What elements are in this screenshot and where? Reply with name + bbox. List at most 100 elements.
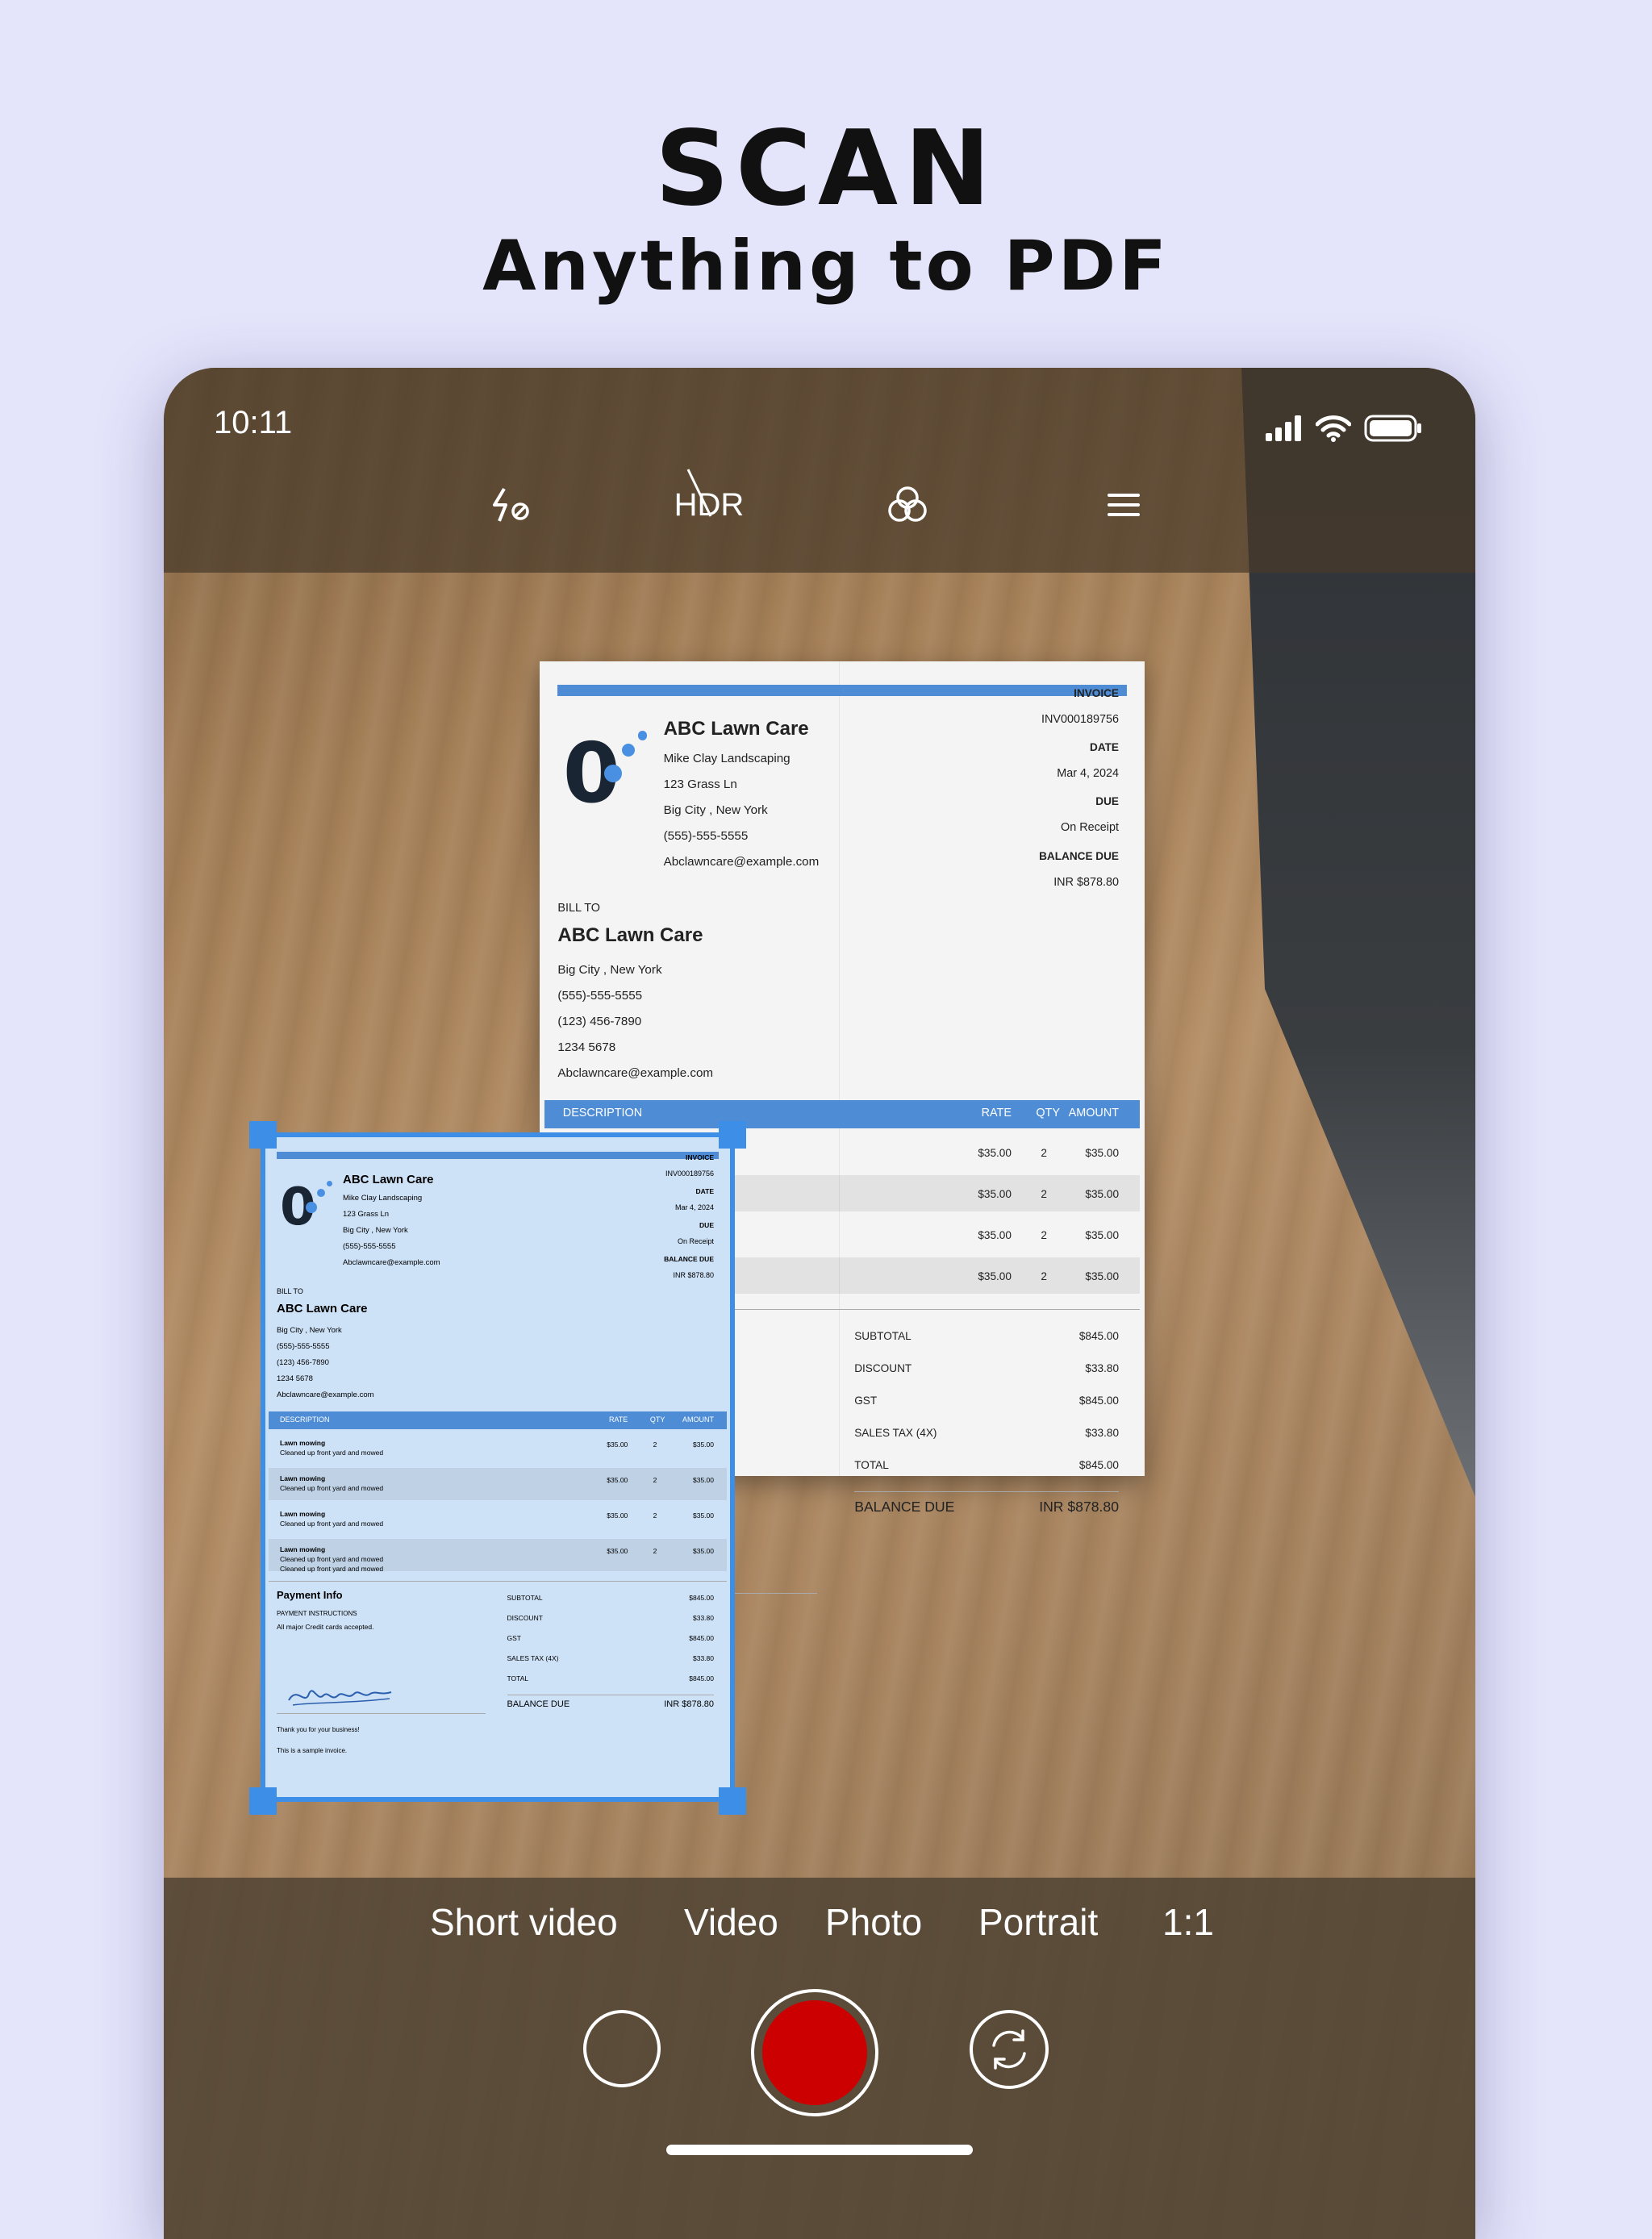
headline-title: SCAN [654, 109, 998, 229]
mode-portrait[interactable]: Portrait [978, 1900, 1098, 1944]
item-detail: Cleaned up front yard and mowed [280, 1484, 384, 1492]
item-qty: 2 [1041, 1270, 1047, 1283]
logo-dot [306, 1202, 317, 1213]
crop-handle-bottom-right[interactable] [719, 1787, 746, 1815]
item-amount: $35.00 [693, 1547, 714, 1555]
total-label: SUBTOTAL [507, 1594, 543, 1602]
total-value: $845.00 [1078, 1394, 1119, 1407]
item-detail: Cleaned up front yard and mowed [280, 1520, 384, 1528]
invoice-meta-value: INR $878.80 [673, 1271, 714, 1279]
signature-line [277, 1713, 486, 1714]
item-detail: Cleaned up front yard and mowed [280, 1449, 384, 1457]
invoice-meta-value: INV000189756 [665, 1170, 714, 1178]
item-amount: $35.00 [693, 1441, 714, 1449]
item-amount: $35.00 [693, 1476, 714, 1484]
payment-instructions: All major Credit cards accepted. [277, 1623, 374, 1631]
bill-to-line: Abclawncare@example.com [277, 1391, 374, 1399]
invoice-meta-label: BALANCE DUE [1039, 849, 1119, 862]
item-qty: 2 [653, 1441, 657, 1449]
flash-off-icon[interactable] [478, 473, 543, 537]
total-value: $845.00 [1078, 1329, 1119, 1342]
status-time: 10:11 [214, 405, 293, 440]
balance-due-value: INR $878.80 [1039, 1499, 1119, 1516]
total-value: $33.80 [1085, 1426, 1119, 1439]
column-header: RATE [981, 1107, 1012, 1120]
company-name: ABC Lawn Care [343, 1173, 434, 1186]
item-name: Lawn mowing [280, 1510, 326, 1518]
tablet-camera-screen: 0 ABC Lawn Care Mike Clay Landscaping 123 G… [164, 368, 1475, 2239]
item-rate: $35.00 [978, 1229, 1012, 1241]
scan-crop-frame[interactable]: 0 ABC Lawn Care Mike Clay Landscaping 123 G… [261, 1132, 735, 1802]
item-qty: 2 [653, 1476, 657, 1484]
company-line: Abclawncare@example.com [343, 1258, 440, 1267]
crop-handle-top-left[interactable] [249, 1121, 277, 1149]
total-label: GST [854, 1394, 878, 1407]
logo-dot [637, 731, 647, 740]
camera-top-bar [164, 368, 1475, 573]
footer-line: This is a sample invoice. [277, 1747, 348, 1754]
company-name: ABC Lawn Care [663, 718, 809, 740]
item-qty: 2 [1041, 1146, 1047, 1159]
logo-dot [622, 744, 636, 757]
company-line: Big City , New York [343, 1226, 408, 1235]
record-icon [762, 2000, 867, 2105]
bill-to-line: (123) 456-7890 [557, 1015, 642, 1029]
item-rate: $35.00 [978, 1187, 1012, 1200]
column-header: AMOUNT [682, 1416, 714, 1424]
total-value: $845.00 [689, 1594, 714, 1602]
crop-handle-bottom-left[interactable] [249, 1787, 277, 1815]
item-rate: $35.00 [607, 1476, 628, 1484]
column-header: DESCRIPTION [280, 1416, 330, 1424]
company-line: Mike Clay Landscaping [663, 752, 791, 765]
item-amount: $35.00 [693, 1511, 714, 1520]
total-label: SUBTOTAL [854, 1329, 912, 1342]
column-header: RATE [608, 1416, 628, 1424]
mode-square[interactable]: 1:1 [1162, 1900, 1214, 1944]
logo-dot [327, 1181, 332, 1186]
crop-handle-top-right[interactable] [719, 1121, 746, 1149]
item-amount: $35.00 [1085, 1187, 1119, 1200]
bill-to-line: (555)-555-5555 [557, 989, 643, 1003]
item-rate: $35.00 [607, 1547, 628, 1555]
invoice-meta-label: DATE [695, 1187, 714, 1195]
invoice-meta-value: On Receipt [677, 1237, 714, 1245]
item-detail: Cleaned up front yard and mowed [280, 1565, 384, 1573]
headline-subtitle: Anything to PDF [482, 226, 1170, 306]
hdr-off-icon[interactable]: HDR [669, 469, 749, 537]
company-line: (555)-555-5555 [663, 829, 749, 843]
invoice-meta-value: Mar 4, 2024 [1057, 767, 1119, 781]
item-name: Lawn mowing [280, 1474, 326, 1482]
column-header: QTY [1036, 1107, 1060, 1120]
status-icons [1266, 415, 1422, 442]
bill-to-line: Big City , New York [557, 963, 662, 978]
total-value: $33.80 [693, 1614, 714, 1622]
mode-short-video[interactable]: Short video [430, 1900, 618, 1944]
balance-divider [854, 1491, 1120, 1492]
total-label: SALES TAX (4X) [854, 1426, 937, 1439]
invoice-top-rule [557, 684, 1127, 697]
total-label: SALES TAX (4X) [507, 1654, 559, 1662]
camera-mode-selector: Short video Video Photo Portrait 1:1 [164, 1900, 1475, 1973]
balance-due-label: BALANCE DUE [507, 1699, 570, 1709]
item-rate: $35.00 [607, 1511, 628, 1520]
item-rate: $35.00 [978, 1270, 1012, 1283]
gallery-thumbnail-icon[interactable] [583, 2010, 661, 2087]
total-label: DISCOUNT [507, 1614, 543, 1622]
filters-icon[interactable] [875, 473, 940, 537]
flip-camera-button[interactable] [970, 2010, 1049, 2089]
mode-photo[interactable]: Photo [825, 1900, 922, 1944]
company-line: Abclawncare@example.com [663, 855, 820, 869]
shutter-button[interactable] [751, 1989, 878, 2116]
total-value: $845.00 [689, 1674, 714, 1682]
column-header: DESCRIPTION [562, 1107, 643, 1120]
company-line: (555)-555-5555 [343, 1242, 396, 1251]
menu-icon[interactable] [1091, 473, 1156, 537]
item-amount: $35.00 [1085, 1146, 1119, 1159]
balance-due-value: INR $878.80 [664, 1699, 714, 1709]
item-qty: 2 [1041, 1229, 1047, 1241]
invoice-top-rule [277, 1152, 719, 1159]
company-line: Mike Clay Landscaping [343, 1194, 423, 1203]
mode-video[interactable]: Video [684, 1900, 778, 1944]
bill-to-line: 1234 5678 [557, 1040, 616, 1055]
total-value: $845.00 [1078, 1458, 1119, 1471]
